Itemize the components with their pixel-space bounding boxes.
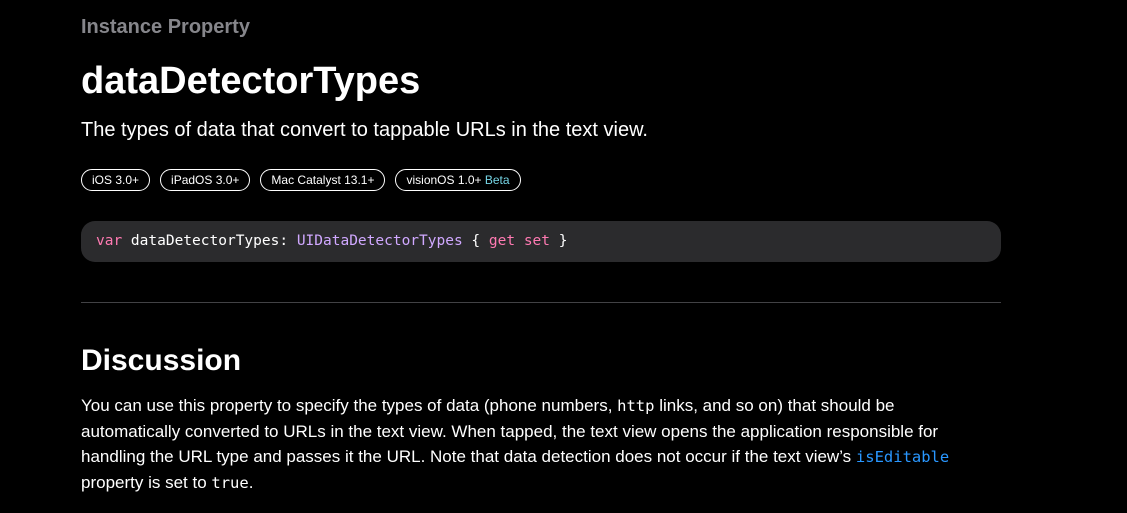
declaration-type-link[interactable]: UIDataDetectorTypes <box>297 233 463 249</box>
discussion-heading: Discussion <box>81 344 242 377</box>
declaration-keyword-set: set <box>523 233 551 249</box>
page-title: dataDetectorTypes <box>81 60 421 102</box>
availability-badge-mac-catalyst: Mac Catalyst 13.1+ <box>260 169 386 191</box>
beta-label: Beta <box>484 173 510 187</box>
symbol-kind-eyebrow: Instance Property <box>81 16 250 38</box>
discussion-text-1: You can use this property to specify the… <box>81 396 618 415</box>
declaration-close-brace: } <box>550 233 568 249</box>
iseditable-link[interactable]: isEditable <box>856 448 949 466</box>
declaration-property-name: dataDetectorTypes: <box>122 233 297 249</box>
inline-code-http: http <box>617 397 655 415</box>
availability-badge-visionos-label: visionOS 1.0+ <box>406 173 482 187</box>
section-divider <box>81 302 1001 303</box>
declaration-open-brace: { <box>462 233 489 249</box>
availability-badge-ios: iOS 3.0+ <box>81 169 151 191</box>
declaration-space <box>515 233 524 249</box>
declaration-keyword-get: get <box>488 233 516 249</box>
availability-badge-visionos: visionOS 1.0+ Beta <box>395 169 521 191</box>
inline-code-true: true <box>211 474 249 492</box>
declaration-keyword-var: var <box>96 233 123 249</box>
availability-badges: iOS 3.0+ iPadOS 3.0+ Mac Catalyst 13.1+ … <box>81 169 521 191</box>
availability-badge-ipados: iPadOS 3.0+ <box>160 169 251 191</box>
abstract: The types of data that convert to tappab… <box>81 119 648 141</box>
discussion-text-3: property is set to <box>81 473 212 492</box>
discussion-text-4: . <box>248 473 254 492</box>
discussion-paragraph: You can use this property to specify the… <box>81 393 996 496</box>
declaration-code-block: var dataDetectorTypes: UIDataDetectorTyp… <box>81 221 1001 262</box>
